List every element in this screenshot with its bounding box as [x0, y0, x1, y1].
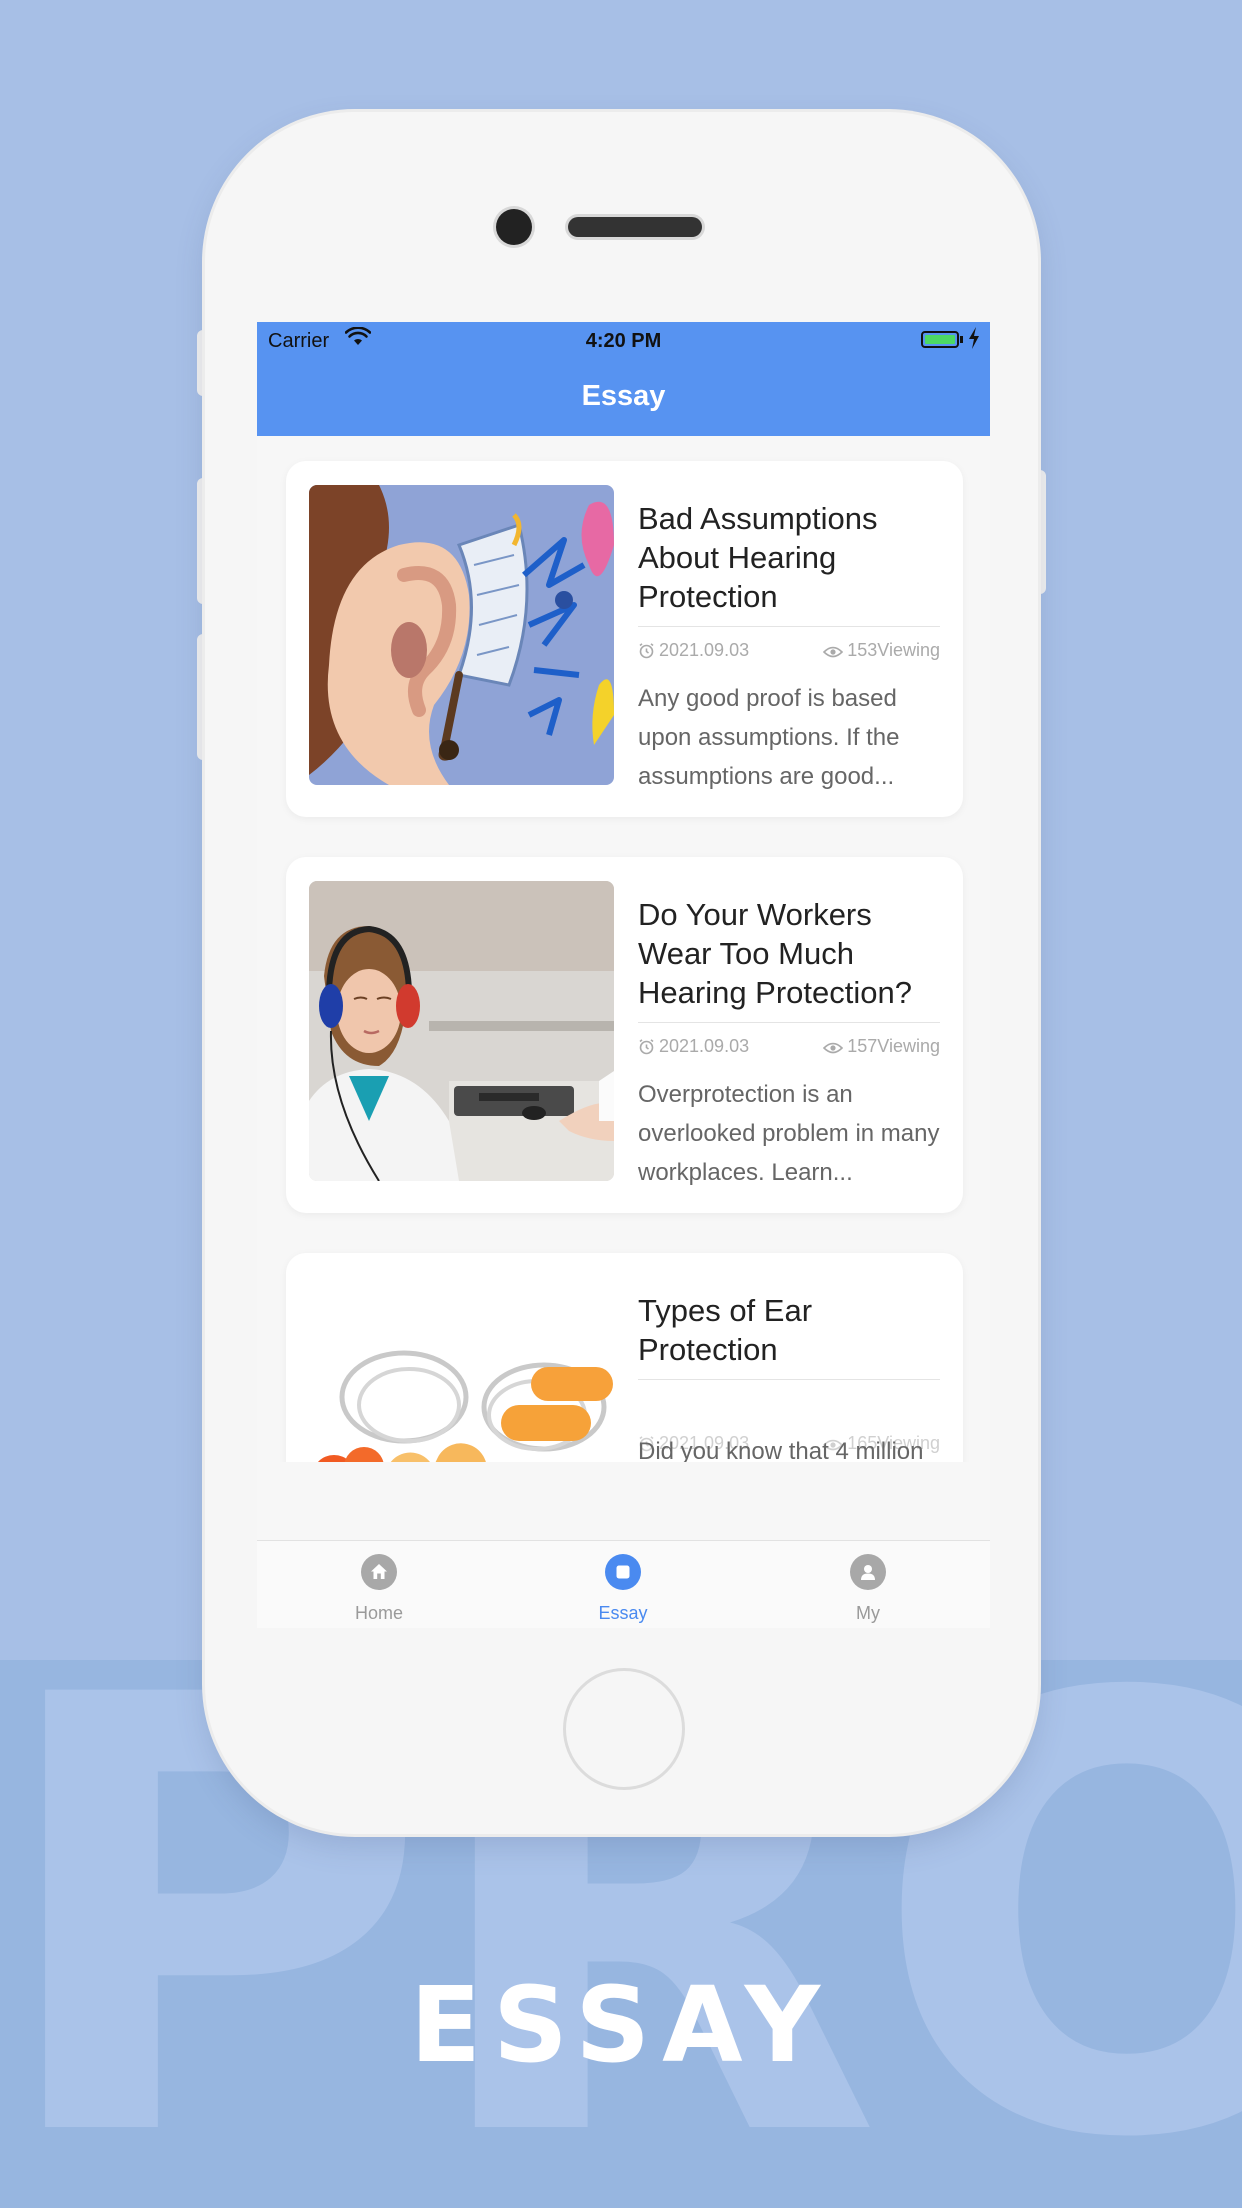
charging-bolt-icon: [968, 327, 980, 355]
article-list[interactable]: Bad Assumptions About Hearing Protection…: [257, 436, 990, 1462]
tab-essay[interactable]: Essay: [501, 1541, 745, 1628]
home-button[interactable]: [563, 1668, 685, 1790]
status-bar: Carrier 4:20 PM: [257, 322, 990, 360]
tab-label: My: [856, 1603, 880, 1623]
article-title[interactable]: Bad Assumptions About Hearing Protection: [638, 499, 940, 616]
article-views: 153Viewing: [823, 640, 940, 661]
alarm-clock-icon: [639, 1039, 654, 1055]
article-date: 2021.09.03: [638, 640, 749, 661]
article-title[interactable]: Types of Ear Protection: [638, 1291, 940, 1369]
essay-icon: [605, 1554, 641, 1590]
status-time: 4:20 PM: [585, 330, 662, 352]
article-title[interactable]: Do Your Workers Wear Too Much Hearing Pr…: [638, 895, 940, 1012]
battery-icon: [921, 331, 959, 348]
article-card[interactable]: Types of Ear Protection 2021.09.03 165Vi…: [286, 1253, 963, 1462]
article-thumbnail-earplugs-photo: [309, 1277, 614, 1462]
battery-tip: [960, 336, 963, 343]
divider: [638, 626, 940, 627]
article-thumbnail-hearing-test-photo: [309, 881, 614, 1181]
tab-label: Essay: [598, 1603, 648, 1623]
article-excerpt: Did you know that 4 million people go to…: [638, 1438, 924, 1462]
article-card[interactable]: Do Your Workers Wear Too Much Hearing Pr…: [286, 857, 963, 1213]
app-screen: Carrier 4:20 PM Essay Bad Assumptions Ab…: [257, 322, 990, 1628]
promo-caption: ESSAY: [409, 1964, 833, 2086]
divider: [638, 1379, 940, 1380]
earpiece-speaker: [568, 217, 702, 237]
tab-bar: Home Essay My: [257, 1540, 990, 1628]
divider: [638, 1022, 940, 1023]
front-camera: [496, 209, 532, 245]
eye-icon: [823, 1042, 844, 1054]
article-card[interactable]: Bad Assumptions About Hearing Protection…: [286, 461, 963, 817]
page-title: Essay: [581, 380, 666, 412]
eye-icon: [823, 646, 844, 658]
tab-my[interactable]: My: [746, 1541, 990, 1628]
home-icon: [361, 1554, 397, 1590]
tab-label: Home: [354, 1603, 403, 1623]
navigation-bar: Essay: [257, 360, 990, 436]
article-thumbnail-ear-illustration: [309, 485, 614, 785]
article-date: 2021.09.03: [638, 1036, 749, 1057]
article-views: 157Viewing: [823, 1036, 940, 1057]
article-excerpt: Overprotection is an overlooked problem …: [638, 1081, 940, 1186]
article-excerpt: Any good proof is based upon assumptions…: [638, 685, 900, 790]
tab-home[interactable]: Home: [257, 1541, 501, 1628]
alarm-clock-icon: [639, 643, 654, 659]
user-icon: [850, 1554, 886, 1590]
